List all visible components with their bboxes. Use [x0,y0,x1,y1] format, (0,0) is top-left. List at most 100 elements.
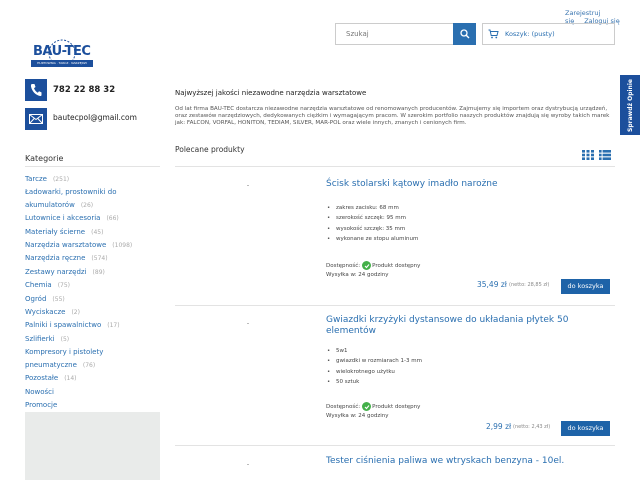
category-label: Ogród [25,294,47,303]
reviews-side-tab[interactable]: Sprawdź Opinie [620,75,640,135]
intro-text: Od lat firma BAU-TEC dostarcza niezawodn… [175,106,610,127]
sidebar-banner [25,412,160,480]
product-net-price: (netto: 28,85 zł) [509,282,550,288]
category-item[interactable]: Narzędzia ręczne (574) [25,252,160,265]
category-label: Promocje [25,400,58,409]
category-item[interactable]: Szlifierki (5) [25,333,160,346]
cart-icon [488,29,499,39]
mail-icon [29,114,43,124]
category-label: Tarcze [25,175,47,183]
search-input[interactable] [346,30,456,38]
category-item[interactable]: Ogród (55) [25,293,160,306]
category-label: Palniki i spawalnictwo [25,321,102,330]
category-count: (45) [91,228,104,236]
category-count: (76) [82,361,96,369]
check-icon [362,261,372,270]
category-item[interactable]: Narzędzia warsztatowe (1098) [25,239,160,252]
product-feature: 50 sztuk [327,377,422,388]
category-item[interactable]: Lutownice i akcesoria (66) [25,212,160,225]
availability-label: Dostępność: [326,262,361,269]
search-box [335,23,476,45]
add-to-cart-button[interactable]: do koszyka [561,421,610,436]
grid-view-icon[interactable] [582,150,594,160]
category-item[interactable]: Ładowarki, prostowniki do akumulatorów (2… [25,186,160,212]
phone-icon [30,84,42,97]
category-item[interactable]: Nowości [25,386,160,399]
category-count: (251) [52,176,70,183]
reviews-side-tab-label: Sprawdź Opinie [626,78,634,132]
category-label: Lutownice i akcesoria [25,214,101,223]
product-net-price: (netto: 2,43 zł) [513,424,551,430]
product-image[interactable] [247,185,249,186]
category-item[interactable]: Pozostałe (14) [25,372,160,385]
category-label: Nowości [25,387,54,396]
logo[interactable]: BAU-TEC HURTOWNIA · TARCZ · NARZĘDZI [29,38,95,72]
category-count: (574) [91,255,108,263]
product-feature: szerokość szczęk: 95 mm [327,213,418,224]
product-features: zakres zacisku: 68 mm szerokość szczęk: … [327,203,418,245]
category-item[interactable]: Palniki i spawalnictwo (17) [25,319,160,332]
category-label: Narzędzia ręczne [25,254,86,263]
product-feature: gwiazdki w rozmiarach 1-3 mm [327,356,422,367]
category-item[interactable]: Tarcze (251) [25,173,160,186]
category-item[interactable]: Promocje [25,399,160,412]
category-count: (26) [80,201,94,209]
email-address[interactable]: bautecpol@gmail.com [53,113,137,122]
product-card: Tester ciśnienia paliwa we wtryskach ben… [175,446,615,480]
availability: Dostępność: Produkt dostępny [326,402,420,411]
view-switcher [582,150,611,160]
phone-icon-box [25,79,47,101]
product-feature: 5w1 [327,346,422,357]
add-to-cart-button[interactable]: do koszyka [561,279,610,294]
category-label: Pozostałe [25,374,59,383]
category-item[interactable]: Materiały ścierne (45) [25,226,160,239]
cart-button[interactable]: Koszyk: (pusty) [482,23,615,45]
product-price: 2,99 zł [486,422,512,431]
category-label: Materiały ścierne [25,227,86,236]
list-view-icon[interactable] [599,150,611,160]
product-feature: zakres zacisku: 68 mm [327,203,418,214]
mail-icon-box [25,108,47,130]
search-icon [459,29,469,39]
cart-label: Koszyk: (pusty) [505,30,555,38]
product-card: Ścisk stolarski kątowy imadło narożne za… [175,166,615,306]
product-title[interactable]: Tester ciśnienia paliwa we wtryskach ben… [326,456,616,467]
product-feature: wykonane ze stopu aluminum [327,234,418,245]
product-image[interactable] [247,464,249,465]
featured-title: Polecane produkty [175,145,245,154]
category-count: (66) [106,215,119,223]
product-title[interactable]: Ścisk stolarski kątowy imadło narożne [326,179,596,190]
category-item[interactable]: Wyciskacze (2) [25,306,160,319]
availability-label: Dostępność: [326,403,361,410]
product-price: 35,49 zł [477,280,507,289]
category-count: (89) [92,268,105,276]
category-label: Ładowarki, prostowniki do akumulatorów [25,188,117,209]
logo-text: BAU-TEC [33,44,91,59]
category-count: (55) [52,295,65,303]
category-item[interactable]: Chemia (75) [25,279,160,292]
phone-number[interactable]: 782 22 88 32 [53,85,115,95]
category-count: (2) [71,309,80,317]
category-item[interactable]: Kompresory i pistolety pneumatyczne (76) [25,346,160,372]
category-list: Tarcze (251) Ładowarki, prostowniki do ak… [25,173,160,412]
product-image[interactable] [247,323,249,324]
category-count: (75) [57,282,71,290]
product-title[interactable]: Gwiazdki krzyżyki dystansowe do układani… [326,315,596,337]
category-label: Wyciskacze [25,308,66,317]
search-button[interactable] [453,23,476,45]
availability-status: Produkt dostępny [372,403,421,410]
category-count: (5) [60,335,70,343]
category-item[interactable]: Zestawy narzędzi (89) [25,266,160,279]
shipping-time: Wysyłka w: 24 godziny [326,413,389,419]
product-feature: wielokrotnego użytku [327,367,422,378]
product-feature: wysokość szczęk: 35 mm [327,224,418,235]
category-count: (14) [64,375,77,383]
category-count: (1098) [112,242,133,250]
category-label: Zestawy narzędzi [25,267,87,276]
category-label: Szlifierki [25,334,55,343]
availability: Dostępność: Produkt dostępny [326,261,420,270]
category-count: (17) [107,322,120,330]
categories-title: Kategorie [25,154,64,163]
category-label: Chemia [25,281,52,290]
product-features: 5w1 gwiazdki w rozmiarach 1-3 mm wielokr… [327,346,422,388]
